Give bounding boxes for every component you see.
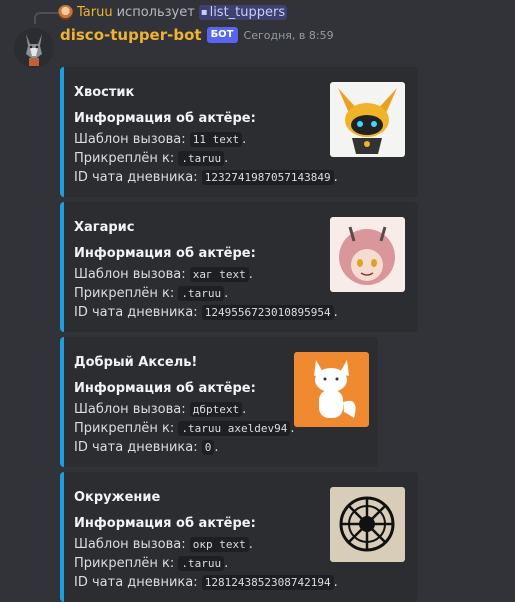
black-sketch-globe-icon[interactable]	[330, 487, 405, 562]
embed-title: Добрый Аксель!	[74, 355, 198, 370]
template-label: Шаблон вызова:	[74, 402, 186, 417]
embed-title: Хагарис	[74, 220, 135, 235]
yellow-robot-fox-icon[interactable]	[330, 82, 405, 157]
template-value: окр text	[189, 537, 249, 552]
slash-command-mention[interactable]: ▪ list_tuppers	[198, 4, 288, 20]
chat-id-value: 1281243852308742194	[201, 575, 334, 590]
template-line: Шаблон вызова: дбрtext.	[74, 402, 247, 417]
message-header: disco-tupper-bot БОТ Сегодня, в 8:59	[60, 24, 334, 46]
embed-title: Окружение	[74, 490, 161, 505]
chat-id-value: 0	[201, 440, 215, 455]
replied-user-avatar[interactable]	[58, 4, 73, 20]
attached-line: Прикреплён к: .taruu.	[74, 556, 229, 571]
actor-embed: Хвостик Информация об актёре: Шаблон выз…	[60, 67, 418, 197]
template-line: Шаблон вызова: хаг text.	[74, 267, 253, 282]
bot-username[interactable]: disco-tupper-bot	[60, 26, 202, 44]
embed-field-title: Информация об актёре:	[74, 111, 256, 126]
white-fox-on-orange-icon[interactable]	[294, 352, 369, 427]
embed-field-title: Информация об актёре:	[74, 381, 256, 396]
reply-spine	[34, 12, 58, 24]
embed-field-title: Информация об актёре:	[74, 246, 256, 261]
message-timestamp[interactable]: Сегодня, в 8:59	[244, 29, 334, 42]
chat-id-line: ID чата дневника: 0.	[74, 440, 219, 455]
reply-context[interactable]: Taruu использует ▪ list_tuppers	[58, 2, 288, 22]
attached-label: Прикреплён к:	[74, 286, 175, 301]
template-value: хаг text	[189, 267, 249, 282]
chat-id-label: ID чата дневника:	[74, 305, 198, 320]
attached-value: .taruu	[178, 286, 225, 301]
actor-embed: Окружение Информация об актёре: Шаблон в…	[60, 472, 418, 602]
reply-action: использует	[116, 4, 195, 20]
embed-title: Хвостик	[74, 85, 135, 100]
template-label: Шаблон вызова:	[74, 267, 186, 282]
chat-id-value: 1249556723010895954	[201, 305, 334, 320]
chat-id-line: ID чата дневника: 1232741987057143849.	[74, 170, 338, 185]
template-line: Шаблон вызова: 11 text.	[74, 132, 247, 147]
template-label: Шаблон вызова:	[74, 132, 186, 147]
template-line: Шаблон вызова: окр text.	[74, 537, 253, 552]
chat-id-value: 1232741987057143849	[201, 170, 334, 185]
attached-label: Прикреплён к:	[74, 151, 175, 166]
attached-value: .taruu axeldev94	[178, 421, 291, 436]
bot-badge: БОТ	[206, 27, 238, 43]
attached-label: Прикреплён к:	[74, 556, 175, 571]
template-label: Шаблон вызова:	[74, 537, 186, 552]
actor-embed: Добрый Аксель! Информация об актёре: Шаб…	[60, 337, 378, 467]
pink-haired-horned-character-icon[interactable]	[330, 217, 405, 292]
attached-label: Прикреплён к:	[74, 421, 175, 436]
actor-embed: Хагарис Информация об актёре: Шаблон выз…	[60, 202, 418, 332]
template-value: дбрtext	[189, 402, 243, 417]
chat-id-label: ID чата дневника:	[74, 170, 198, 185]
attached-value: .taruu	[178, 151, 225, 166]
slash-command-icon: ▪	[200, 6, 208, 18]
chat-id-line: ID чата дневника: 1281243852308742194.	[74, 575, 338, 590]
embed-field-title: Информация об актёре:	[74, 516, 256, 531]
bot-avatar[interactable]	[14, 28, 54, 68]
command-name: list_tuppers	[209, 4, 286, 20]
attached-line: Прикреплён к: .taruu.	[74, 151, 229, 166]
chat-id-label: ID чата дневника:	[74, 575, 198, 590]
chat-id-line: ID чата дневника: 1249556723010895954.	[74, 305, 338, 320]
attached-line: Прикреплён к: .taruu axeldev94.	[74, 421, 295, 436]
chat-id-label: ID чата дневника:	[74, 440, 198, 455]
attached-line: Прикреплён к: .taruu.	[74, 286, 229, 301]
attached-value: .taruu	[178, 556, 225, 571]
replied-username[interactable]: Taruu	[77, 5, 113, 20]
template-value: 11 text	[189, 132, 243, 147]
